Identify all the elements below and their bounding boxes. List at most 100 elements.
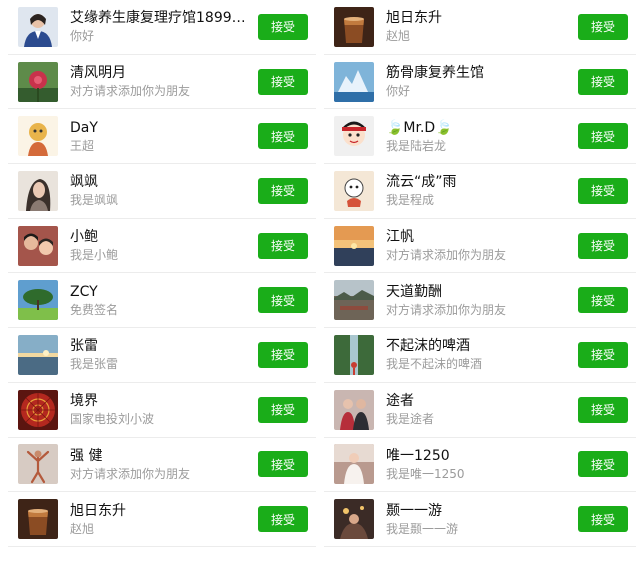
contact-name: 旭日东升 — [386, 10, 442, 27]
accept-button[interactable]: 接受 — [258, 341, 308, 368]
friend-request-row[interactable]: 清风明月 对方请求添加你为朋友 接受 — [8, 55, 316, 110]
friend-request-row[interactable]: 强 健对方请求添加你为朋友 接受 — [8, 438, 316, 493]
request-message: 我是不起沫的啤酒 — [386, 357, 483, 372]
friend-request-list-right: 旭日东升 赵旭 接受 筋骨康复养生馆 你好 接受 🍃Mr.D🍃 我是陆岩龙 接受 流云“成”雨 我是… — [324, 0, 636, 547]
avatar-dancer-icon[interactable] — [18, 444, 58, 485]
avatar-selfie-icon[interactable] — [18, 225, 58, 266]
request-message: 我是小鲍 — [70, 248, 119, 263]
accept-button[interactable]: 接受 — [578, 451, 628, 478]
accept-button[interactable]: 接受 — [578, 506, 628, 533]
contact-name: 江帆 — [386, 229, 414, 246]
accept-button[interactable]: 接受 — [578, 341, 628, 368]
accept-button[interactable]: 接受 — [258, 232, 308, 259]
friend-request-row[interactable]: 张雷 我是张雷 接受 — [8, 328, 316, 383]
accept-button[interactable]: 接受 — [258, 68, 308, 95]
request-message: 王超 — [70, 138, 95, 153]
contact-name: 不起沫的啤酒 — [386, 338, 470, 355]
avatar-sunset-lake-icon[interactable] — [334, 225, 374, 266]
friend-request-row[interactable]: 旭日东升 赵旭 接受 — [324, 0, 636, 55]
friend-request-row[interactable]: 唯一1250 我是唯一1250 接受 — [324, 438, 636, 493]
accept-button[interactable]: 接受 — [258, 123, 308, 150]
friend-request-info: 旭日东升 赵旭 — [70, 502, 252, 537]
accept-button[interactable]: 接受 — [578, 13, 628, 40]
contact-name: 张雷 — [70, 338, 98, 355]
contact-name: 唯一1250 — [386, 447, 450, 464]
friend-request-info: 唯一1250 我是唯一1250 — [386, 447, 572, 482]
friend-request-row[interactable]: 途者 我是途者 接受 — [324, 383, 636, 438]
contact-name: 筋骨康复养生馆 — [386, 65, 484, 82]
contact-name: 境界 — [70, 393, 98, 410]
accept-button[interactable]: 接受 — [578, 287, 628, 314]
contact-name: 天道勤酬 — [386, 283, 442, 300]
friend-request-info: 筋骨康复养生馆 你好 — [386, 64, 572, 99]
friend-request-list-left: 艾缘养生康复理疗馆1899398…你好接受清风明月对方请求添加你为朋友接受DaY… — [8, 0, 316, 547]
friend-request-row[interactable]: 筋骨康复养生馆 你好 接受 — [324, 55, 636, 110]
friend-request-row[interactable]: 飒飒我是飒飒 接受 — [8, 164, 316, 219]
friend-request-info: 清风明月 对方请求添加你为朋友 — [70, 64, 252, 99]
request-message: 你好 — [386, 84, 411, 99]
accept-button[interactable]: 接受 — [578, 232, 628, 259]
friend-request-info: 颞一一游 我是颞一一游 — [386, 502, 572, 537]
avatar-red-umbrella-icon[interactable] — [18, 389, 58, 430]
contact-name: 颞一一游 — [386, 502, 442, 519]
contact-name: 清风明月 — [70, 65, 126, 82]
friend-request-row[interactable]: 江帆对方请求添加你为朋友 接受 — [324, 219, 636, 274]
avatar-iceberg-icon[interactable] — [334, 61, 374, 102]
accept-button[interactable]: 接受 — [258, 396, 308, 423]
contact-name: ZCY — [70, 283, 98, 300]
friend-request-row[interactable]: 天道勤酬 对方请求添加你为朋友 接受 — [324, 273, 636, 329]
friend-request-row[interactable]: 不起沫的啤酒 我是不起沫的啤酒 接受 — [324, 328, 636, 383]
contact-name: 飒飒 — [70, 174, 98, 191]
avatar-waterfall-icon[interactable] — [334, 334, 374, 375]
friend-request-info: 流云“成”雨 我是程成 — [386, 173, 572, 208]
contact-name: 小鲍 — [70, 229, 98, 246]
friend-request-row[interactable]: 🍃Mr.D🍃 我是陆岩龙 接受 — [324, 109, 636, 165]
friend-request-info: 强 健对方请求添加你为朋友 — [70, 447, 252, 482]
friend-request-row[interactable]: 小鲍我是小鲍 接受 — [8, 219, 316, 274]
friend-request-info: 🍃Mr.D🍃 我是陆岩龙 — [386, 119, 572, 154]
avatar-couple-icon[interactable] — [334, 389, 374, 430]
accept-button[interactable]: 接受 — [578, 68, 628, 95]
accept-button[interactable]: 接受 — [258, 13, 308, 40]
accept-button[interactable]: 接受 — [578, 396, 628, 423]
avatar-cartoon-boy-icon[interactable] — [334, 116, 374, 157]
avatar-sea-sunset-icon[interactable] — [18, 334, 58, 375]
avatar-cartoon-sticker-icon[interactable] — [334, 170, 374, 211]
accept-button[interactable]: 接受 — [578, 123, 628, 150]
avatar-wedding-icon[interactable] — [334, 444, 374, 485]
friend-request-row[interactable]: DaY 王超 接受 — [8, 109, 316, 165]
contact-name: 🍃Mr.D🍃 — [386, 119, 453, 136]
avatar-tea-glass-icon[interactable] — [18, 499, 58, 540]
contact-name: 艾缘养生康复理疗馆1899398… — [70, 10, 252, 27]
request-message: 国家电投刘小波 — [70, 412, 155, 427]
request-message: 对方请求添加你为朋友 — [386, 248, 507, 263]
avatar-tea-glass-icon[interactable] — [334, 6, 374, 47]
avatar-cartoon-figure-icon[interactable] — [18, 116, 58, 157]
accept-button[interactable]: 接受 — [258, 177, 308, 204]
avatar-tree-icon[interactable] — [18, 280, 58, 321]
request-message: 你好 — [70, 29, 95, 44]
friend-request-row[interactable]: 颞一一游 我是颞一一游 接受 — [324, 492, 636, 547]
avatar-business-woman-icon[interactable] — [18, 6, 58, 47]
friend-request-info: 艾缘养生康复理疗馆1899398… 你好 — [70, 9, 252, 44]
friend-request-row[interactable]: 境界国家电投刘小波 接受 — [8, 383, 316, 438]
accept-button[interactable]: 接受 — [578, 177, 628, 204]
friend-request-info: 途者 我是途者 — [386, 392, 572, 427]
friend-request-row[interactable]: 流云“成”雨 我是程成 接受 — [324, 164, 636, 219]
avatar-red-flower-icon[interactable] — [18, 61, 58, 102]
accept-button[interactable]: 接受 — [258, 506, 308, 533]
friend-request-row[interactable]: ZCY 免费签名 接受 — [8, 273, 316, 329]
accept-button[interactable]: 接受 — [258, 287, 308, 314]
friend-request-info: 天道勤酬 对方请求添加你为朋友 — [386, 283, 572, 318]
new-friends-screen: 艾缘养生康复理疗馆1899398…你好接受清风明月对方请求添加你为朋友接受DaY… — [0, 0, 640, 562]
request-message: 我是陆岩龙 — [386, 138, 447, 153]
contact-name: DaY — [70, 119, 98, 136]
avatar-landscape-icon[interactable] — [334, 280, 374, 321]
friend-request-row[interactable]: 旭日东升 赵旭 接受 — [8, 492, 316, 547]
avatar-night-scene-icon[interactable] — [334, 499, 374, 540]
request-message: 我是飒飒 — [70, 193, 119, 208]
friend-request-row[interactable]: 艾缘养生康复理疗馆1899398… 你好 接受 — [8, 0, 316, 55]
accept-button[interactable]: 接受 — [258, 451, 308, 478]
avatar-woman-photo-icon[interactable] — [18, 170, 58, 211]
friend-request-info: ZCY 免费签名 — [70, 283, 252, 318]
